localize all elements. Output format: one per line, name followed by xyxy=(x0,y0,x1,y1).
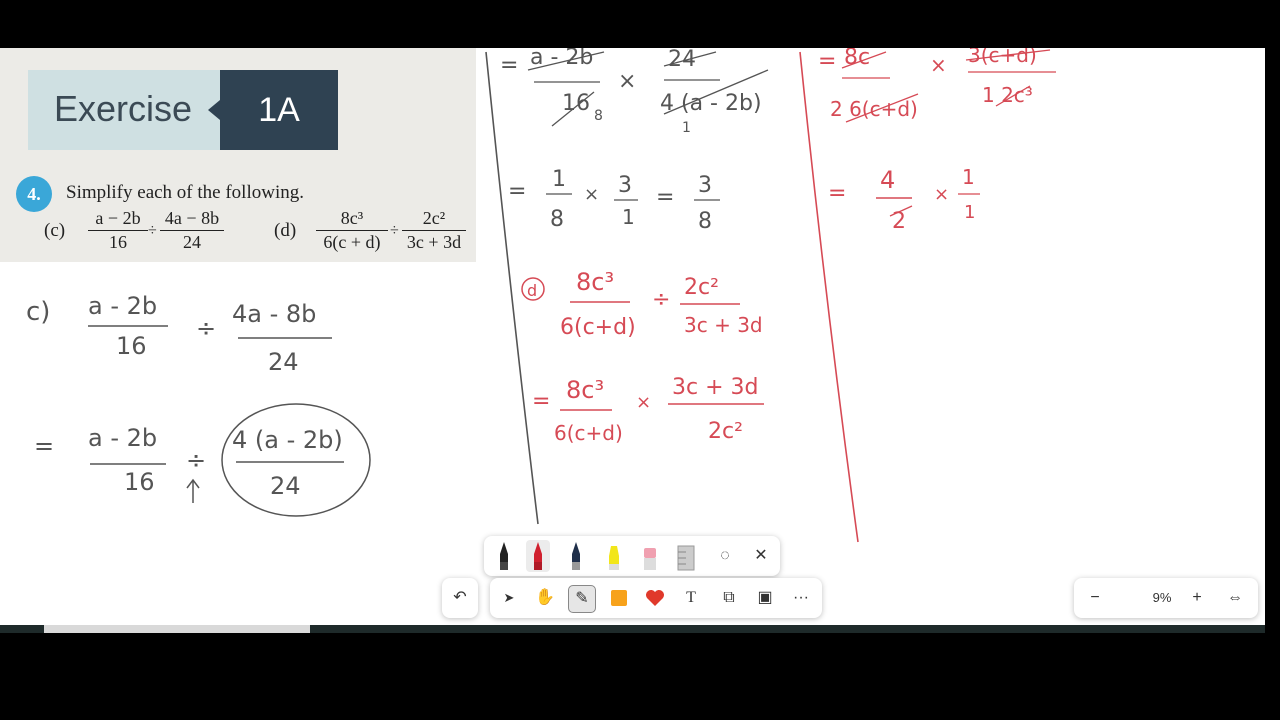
undo-icon[interactable]: ↶ xyxy=(447,585,473,611)
d-line1-op: ÷ xyxy=(652,287,670,312)
mid-top-den1-sub: 8 xyxy=(594,108,603,124)
c-line1-den1: 16 xyxy=(116,332,147,360)
d-line2-num2: 3c + 3d xyxy=(672,375,758,400)
right-line2-den2: 1 xyxy=(964,202,975,223)
c-line2-eq: = xyxy=(34,432,54,460)
mid-top-eq: = xyxy=(500,53,518,78)
zoom-controls: − 9% + ⇔ xyxy=(1074,578,1258,618)
c-line1-num2: 4a - 8b xyxy=(232,300,316,328)
eraser-icon[interactable] xyxy=(638,540,662,572)
zoom-level: 9% xyxy=(1152,590,1172,605)
close-icon[interactable]: ✕ xyxy=(748,543,774,569)
d-line1-den1: 6(c+d) xyxy=(560,315,636,340)
mid-line2-eq: = xyxy=(508,179,526,204)
c-line1-op: ÷ xyxy=(196,314,216,342)
divider-line-red xyxy=(799,51,859,543)
ink-icon[interactable]: ✎ xyxy=(568,585,596,613)
mid-line2-den1: 8 xyxy=(550,207,564,232)
zoom-in-icon[interactable]: + xyxy=(1184,585,1210,611)
d-line1-den2: 3c + 3d xyxy=(684,313,763,337)
lasso-icon[interactable]: ◌ xyxy=(712,543,738,569)
whiteboard-canvas[interactable]: Exercise 1A 4. Simplify each of the foll… xyxy=(0,48,1265,625)
right-top-num2: 3(c+d) xyxy=(968,48,1037,67)
mid-line2-eq2: = xyxy=(656,185,674,210)
c-line2-num2: 4 (a - 2b) xyxy=(232,426,343,454)
right-line2-num2: 1 xyxy=(962,165,975,189)
ruler-icon[interactable] xyxy=(674,540,698,572)
c-line2-num1: a - 2b xyxy=(88,424,157,452)
arrow-up-mark xyxy=(186,478,200,503)
mid-top-num2: 24 xyxy=(668,48,696,72)
pan-icon[interactable]: ✋ xyxy=(532,585,558,611)
sticky-note-icon[interactable] xyxy=(606,585,632,611)
mid-top-op: × xyxy=(618,69,636,94)
mid-line2-num2: 3 xyxy=(618,173,632,198)
tools-pill: ➤ ✋ ✎ T ⧉ ▣ ··· xyxy=(490,578,822,618)
mid-line2-den2: 1 xyxy=(622,205,635,229)
taskbar-strip xyxy=(0,625,1265,633)
fit-to-screen-icon[interactable]: ⇔ xyxy=(1222,585,1248,611)
d-line1-num1: 8c³ xyxy=(576,268,614,296)
mid-top-den2-sub: 1 xyxy=(682,120,691,136)
d-line2-den1: 6(c+d) xyxy=(554,421,623,445)
mid-top-den1: 16 xyxy=(562,91,590,116)
right-top-op: × xyxy=(930,53,947,77)
right-line2-eq: = xyxy=(828,181,846,206)
taskbar-segment xyxy=(44,625,310,633)
mid-line2-op: × xyxy=(584,184,599,205)
d-line1-num2: 2c² xyxy=(684,275,719,300)
template-icon[interactable]: ▣ xyxy=(752,585,778,611)
d-label: d xyxy=(527,281,537,300)
right-line2-num1: 4 xyxy=(880,166,895,194)
shapes-icon[interactable]: ⧉ xyxy=(716,585,742,611)
d-line2-op: × xyxy=(636,392,651,413)
c-line2-op: ÷ xyxy=(186,446,206,474)
mid-line2-den3: 8 xyxy=(698,209,712,234)
c-line1-den2: 24 xyxy=(268,348,299,376)
undo-pill: ↶ xyxy=(442,578,478,618)
right-top-den2: 1 2c³ xyxy=(982,83,1033,107)
red-pen-icon[interactable] xyxy=(526,540,550,572)
more-icon[interactable]: ··· xyxy=(788,585,814,611)
zoom-out-icon[interactable]: − xyxy=(1082,585,1108,611)
right-line2-op: × xyxy=(934,184,949,205)
c-label: c) xyxy=(26,297,50,327)
c-line1-num1: a - 2b xyxy=(88,292,157,320)
mid-line2-num1: 1 xyxy=(552,167,566,192)
right-line2-den1: 2 xyxy=(892,209,906,234)
right-top-den1: 2 6(c+d) xyxy=(830,97,918,121)
d-line2-num1: 8c³ xyxy=(566,376,604,404)
black-pen-icon[interactable] xyxy=(492,540,516,572)
main-toolbar: ↶ ➤ ✋ ✎ T ⧉ ▣ ··· xyxy=(442,578,822,618)
c-line2-den2: 24 xyxy=(270,472,301,500)
mid-line2-num3: 3 xyxy=(698,173,712,198)
pen-palette: ◌ ✕ xyxy=(484,536,780,576)
right-top-eq: = xyxy=(818,49,836,74)
blue-pen-icon[interactable] xyxy=(564,540,588,572)
text-icon[interactable]: T xyxy=(678,585,704,611)
highlighter-yellow-icon[interactable] xyxy=(602,540,626,572)
select-icon[interactable]: ➤ xyxy=(496,585,522,611)
c-line2-den1: 16 xyxy=(124,468,155,496)
d-line2-eq: = xyxy=(532,389,550,414)
reaction-heart-icon[interactable] xyxy=(642,585,668,611)
d-line2-den2: 2c² xyxy=(708,419,743,444)
